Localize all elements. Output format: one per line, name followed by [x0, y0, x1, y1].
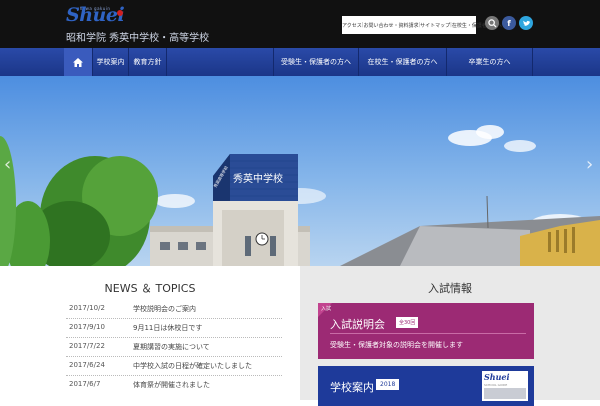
- info-session-card[interactable]: 入試 入試説明会 全30回 受験生・保護者対象の説明会を開催します: [318, 303, 534, 359]
- logo-mark: Shuei: [66, 4, 125, 26]
- news-text[interactable]: 体育祭が開催されました: [133, 380, 210, 390]
- news-item[interactable]: 2017/6/7 体育祭が開催されました: [66, 375, 282, 394]
- card-badge: 全30回: [396, 317, 419, 328]
- news-date: 2017/10/2: [69, 304, 105, 312]
- card-subtext: 受験生・保護者対象の説明会を開催します: [330, 341, 463, 349]
- util-link-access[interactable]: アクセス: [342, 22, 362, 29]
- news-date: 2017/7/22: [69, 342, 105, 350]
- news-date: 2017/9/10: [69, 323, 105, 331]
- nav-item-current-students[interactable]: 在校生・保護者の方へ: [359, 48, 447, 76]
- news-text[interactable]: 9月11日は休校日です: [133, 323, 202, 333]
- logo-dot: [117, 10, 123, 16]
- hero-image: 秀英中学校 秀英高等学校: [0, 125, 600, 266]
- brochure-title: Shuei: [484, 372, 510, 382]
- news-item[interactable]: 2017/7/22 夏期講習の実施について: [66, 337, 282, 357]
- admissions-section: 入試情報 入試 入試説明会 全30回 受験生・保護者対象の説明会を開催します 学…: [300, 266, 600, 406]
- nav-item-applicants[interactable]: 受験生・保護者の方へ: [273, 48, 359, 76]
- school-logo[interactable]: showa gakuin Shuei 昭和学院 秀英中学校・高等学校: [64, 4, 224, 46]
- next-slide-arrow[interactable]: ›: [586, 154, 593, 175]
- news-text[interactable]: 中学校入試の日程が確定いたしました: [133, 361, 252, 371]
- twitter-icon[interactable]: [519, 16, 533, 30]
- site-header: showa gakuin Shuei 昭和学院 秀英中学校・高等学校 アクセス …: [0, 0, 600, 48]
- news-section: NEWS ＆ TOPICS 2017/10/2 学校説明会のご案内 2017/9…: [0, 266, 300, 400]
- brochure-image: [484, 388, 526, 399]
- search-icon[interactable]: [485, 16, 499, 30]
- nav-home[interactable]: [64, 48, 93, 76]
- brochure-subtitle: SCHOOL GUIDE: [484, 383, 508, 387]
- news-item[interactable]: 2017/6/24 中学校入試の日程が確定いたしました: [66, 356, 282, 376]
- card-divider: [330, 333, 526, 334]
- card-heading: 入試説明会: [330, 318, 385, 331]
- school-guide-card[interactable]: 学校案内 2018 Shuei SCHOOL GUIDE: [318, 366, 534, 406]
- util-link-sitemap[interactable]: サイトマップ: [420, 22, 450, 29]
- utility-links: アクセス | お問い合わせ・資料請求 | サイトマップ | 在校生・保護者の方へ: [342, 16, 502, 34]
- news-text[interactable]: 学校説明会のご案内: [133, 304, 196, 314]
- util-link-contact[interactable]: お問い合わせ・資料請求: [363, 22, 418, 29]
- main-nav: 学校案内 教育方針 受験生・保護者の方へ 在校生・保護者の方へ 卒業生の方へ: [0, 48, 600, 76]
- card-heading: 学校案内: [330, 381, 374, 394]
- year-badge: 2018: [376, 379, 400, 390]
- news-date: 2017/6/24: [69, 361, 105, 369]
- card-tag: 入試: [321, 306, 332, 312]
- brochure-thumbnail: Shuei SCHOOL GUIDE: [482, 371, 528, 401]
- nav-item-about[interactable]: 学校案内: [93, 48, 129, 76]
- nav-item-alumni[interactable]: 卒業生の方へ: [447, 48, 533, 76]
- prev-slide-arrow[interactable]: ‹: [4, 154, 11, 175]
- news-item[interactable]: 2017/9/10 9月11日は休校日です: [66, 318, 282, 338]
- building-sign-text: 秀英中学校: [233, 172, 283, 185]
- nav-item-education[interactable]: 教育方針: [129, 48, 167, 76]
- hero-slideshow[interactable]: 秀英中学校 秀英高等学校 ‹ ›: [0, 76, 600, 266]
- admissions-title: 入試情報: [428, 282, 472, 295]
- news-title: NEWS ＆ TOPICS: [104, 282, 196, 295]
- news-item[interactable]: 2017/10/2 学校説明会のご案内: [66, 299, 282, 319]
- facebook-icon[interactable]: f: [502, 16, 516, 30]
- home-icon: [73, 57, 83, 67]
- school-name: 昭和学院 秀英中学校・高等学校: [66, 33, 210, 44]
- news-date: 2017/6/7: [69, 380, 101, 388]
- news-text[interactable]: 夏期講習の実施について: [133, 342, 210, 352]
